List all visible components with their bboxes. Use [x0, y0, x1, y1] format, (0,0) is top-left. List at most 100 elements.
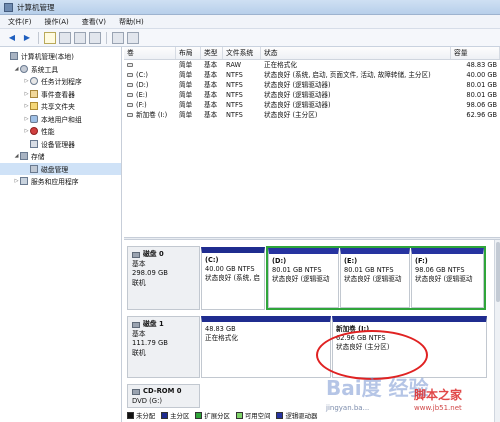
disk-management-icon: [30, 164, 38, 173]
tree-item[interactable]: 设备管理器: [0, 138, 121, 151]
scrollbar-thumb[interactable]: [496, 242, 500, 302]
tree-item-label: 任务计划程序: [41, 78, 82, 87]
table-row[interactable]: (F:) 简单 基本 NTFS 状态良好 (逻辑驱动器) 98.06 GB: [124, 100, 500, 110]
legend-swatch: [276, 411, 284, 419]
partition-c[interactable]: (C:) 40.00 GB NTFS 状态良好 (系统, 启: [201, 247, 265, 310]
disk-0-info[interactable]: 磁盘 0 基本 298.09 GB 联机: [127, 246, 200, 310]
partition-d[interactable]: (D:) 80.01 GB NTFS 状态良好 (逻辑驱动: [268, 248, 339, 308]
expand-arrow-icon[interactable]: ▷: [13, 178, 20, 184]
legend-item: 逻辑驱动器: [276, 411, 317, 420]
menu-file[interactable]: 文件(F): [8, 17, 32, 27]
cell-status: 状态良好 (逻辑驱动器): [264, 81, 331, 89]
volume-icon: [127, 93, 133, 97]
disk-map: 磁盘 0 基本 298.09 GB 联机 (C:) 40.00 GB NTFS …: [124, 240, 500, 422]
disk-size: 298.09 GB: [132, 269, 168, 277]
column-header-type[interactable]: 类型: [201, 47, 223, 59]
storage-icon: [20, 152, 28, 161]
table-row[interactable]: (C:) 简单 基本 NTFS 状态良好 (系统, 启动, 页面文件, 活动, 故障转储…: [124, 70, 500, 80]
expand-arrow-icon[interactable]: ▷: [23, 78, 30, 84]
menu-help[interactable]: 帮助(H): [119, 17, 144, 27]
menu-action[interactable]: 操作(A): [45, 17, 69, 27]
column-header-capacity[interactable]: 容量: [451, 47, 500, 59]
checklist-icon[interactable]: [112, 31, 124, 44]
cell-volume: (D:): [124, 80, 176, 90]
extended-partition[interactable]: (D:) 80.01 GB NTFS 状态良好 (逻辑驱动 (E:) 80.01…: [266, 246, 486, 310]
expand-arrow-icon[interactable]: ▷: [23, 91, 30, 97]
expand-arrow-icon[interactable]: ◢: [13, 66, 20, 72]
cell-capacity: 40.00 GB: [466, 71, 497, 79]
partition-e[interactable]: (E:) 80.01 GB NTFS 状态良好 (逻辑驱动: [340, 248, 410, 308]
legend-swatch: [195, 411, 203, 419]
column-header-status[interactable]: 状态: [261, 47, 451, 59]
legend: 未分配 主分区 扩展分区 可用空间 逻辑驱动器: [127, 410, 323, 420]
disk-size: 111.79 GB: [132, 339, 168, 347]
column-header-layout[interactable]: 布局: [176, 47, 201, 59]
shared-folder-icon: [30, 102, 38, 111]
partition-f[interactable]: (F:) 98.06 GB NTFS 状态良好 (逻辑驱动: [411, 248, 484, 308]
tree-item-label: 系统工具: [31, 65, 59, 74]
tree-item[interactable]: 计算机管理(本地): [0, 50, 121, 63]
expand-arrow-icon[interactable]: ◢: [13, 153, 20, 159]
cell-volume: (C:): [124, 70, 176, 80]
cell-layout: 简单: [179, 81, 193, 89]
tree-item[interactable]: ▷ 本地用户和组: [0, 113, 121, 126]
tree-item-label: 服务和应用程序: [31, 178, 79, 187]
cdrom-icon: [132, 388, 140, 395]
tree-item[interactable]: ▷ 共享文件夹: [0, 100, 121, 113]
volume-label: (F:): [136, 101, 147, 109]
annotation-ellipse: [316, 330, 428, 380]
partition-formatting[interactable]: 48.83 GB 正在格式化: [201, 316, 331, 378]
navigation-tree: 计算机管理(本地) ◢ 系统工具 ▷ 任务计划程序 ▷ 事件查看器 ▷ 共享文件夹 ▷ 本地用户和组…: [0, 47, 122, 422]
column-header-volume[interactable]: 卷: [124, 47, 176, 59]
volume-list-header: 卷 布局 类型 文件系统 状态 容量: [124, 47, 500, 60]
volume-label: (D:): [136, 81, 149, 89]
tree-item[interactable]: 磁盘管理: [0, 162, 121, 175]
edit-icon[interactable]: [127, 31, 139, 44]
legend-label: 主分区: [170, 411, 190, 420]
tree-item[interactable]: ▷ 性能: [0, 125, 121, 138]
table-row[interactable]: 简单 基本 RAW 正在格式化 48.83 GB: [124, 60, 500, 70]
expand-arrow-icon[interactable]: ▷: [23, 128, 30, 134]
volume-label: 新加卷 (I:): [136, 111, 168, 119]
cdrom-row: CD-ROM 0 DVD (G:): [127, 384, 497, 408]
disk-status: 联机: [132, 348, 146, 357]
table-row[interactable]: 新加卷 (I:) 简单 基本 NTFS 状态良好 (主分区) 62.96 GB: [124, 110, 500, 120]
legend-label: 未分配: [136, 411, 156, 420]
disk-type: 基本: [132, 259, 146, 268]
clock-icon: [30, 77, 38, 86]
volume-icon: [127, 113, 133, 117]
tree-item[interactable]: ▷ 事件查看器: [0, 88, 121, 101]
legend-label: 逻辑驱动器: [285, 411, 318, 420]
cdrom-info[interactable]: CD-ROM 0 DVD (G:): [127, 384, 200, 408]
expand-arrow-icon[interactable]: ▷: [23, 103, 30, 109]
menu-view[interactable]: 查看(V): [82, 17, 106, 27]
cell-capacity: 62.96 GB: [466, 111, 497, 119]
cell-status: 正在格式化: [264, 61, 297, 69]
cell-type: 基本: [204, 71, 218, 79]
table-row[interactable]: (D:) 简单 基本 NTFS 状态良好 (逻辑驱动器) 80.01 GB: [124, 80, 500, 90]
tree-item[interactable]: ▷ 服务和应用程序: [0, 175, 121, 188]
table-row[interactable]: (E:) 简单 基本 NTFS 状态良好 (逻辑驱动器) 80.01 GB: [124, 90, 500, 100]
cell-volume: 新加卷 (I:): [124, 110, 176, 120]
cell-status: 状态良好 (逻辑驱动器): [264, 91, 331, 99]
cell-layout: 简单: [179, 111, 193, 119]
tree-item[interactable]: ◢ 系统工具: [0, 63, 121, 76]
expand-arrow-icon[interactable]: ▷: [23, 116, 30, 122]
forward-arrow-icon[interactable]: ▶: [21, 32, 33, 44]
up-folder-icon[interactable]: [44, 31, 56, 44]
disk-1-info[interactable]: 磁盘 1 基本 111.79 GB 联机: [127, 316, 200, 378]
back-arrow-icon[interactable]: ◀: [6, 32, 18, 44]
tree-item[interactable]: ◢ 存储: [0, 150, 121, 163]
show-hide-tree-icon[interactable]: [59, 31, 71, 44]
tree-item-label: 共享文件夹: [41, 103, 75, 112]
tree-item[interactable]: ▷ 任务计划程序: [0, 75, 121, 88]
properties-icon[interactable]: [74, 31, 86, 44]
column-header-filesystem[interactable]: 文件系统: [223, 47, 261, 59]
help-icon[interactable]: [89, 31, 101, 44]
cell-volume: (E:): [124, 90, 176, 100]
disk-map-scrollbar[interactable]: [494, 240, 500, 422]
legend-item: 主分区: [161, 411, 189, 420]
volume-icon: [127, 103, 133, 107]
toolbar-separator: [106, 31, 107, 44]
performance-icon: [30, 127, 38, 136]
